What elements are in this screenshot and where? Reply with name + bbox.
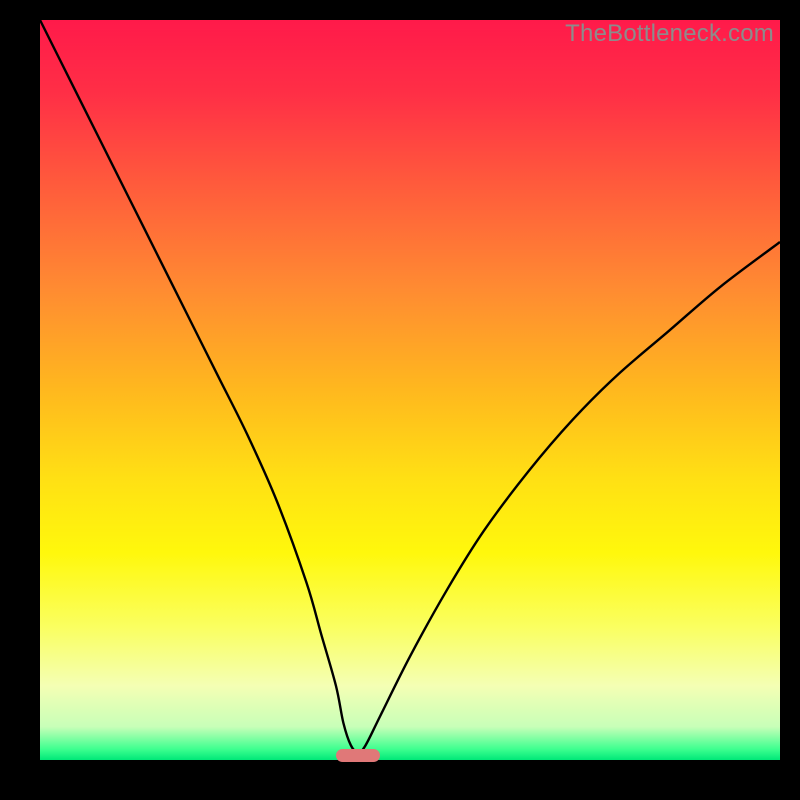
plot-area <box>40 20 780 760</box>
chart-frame: TheBottleneck.com <box>20 20 780 780</box>
optimum-marker <box>336 749 380 762</box>
bottleneck-curve <box>40 20 780 760</box>
watermark-text: TheBottleneck.com <box>565 20 774 48</box>
